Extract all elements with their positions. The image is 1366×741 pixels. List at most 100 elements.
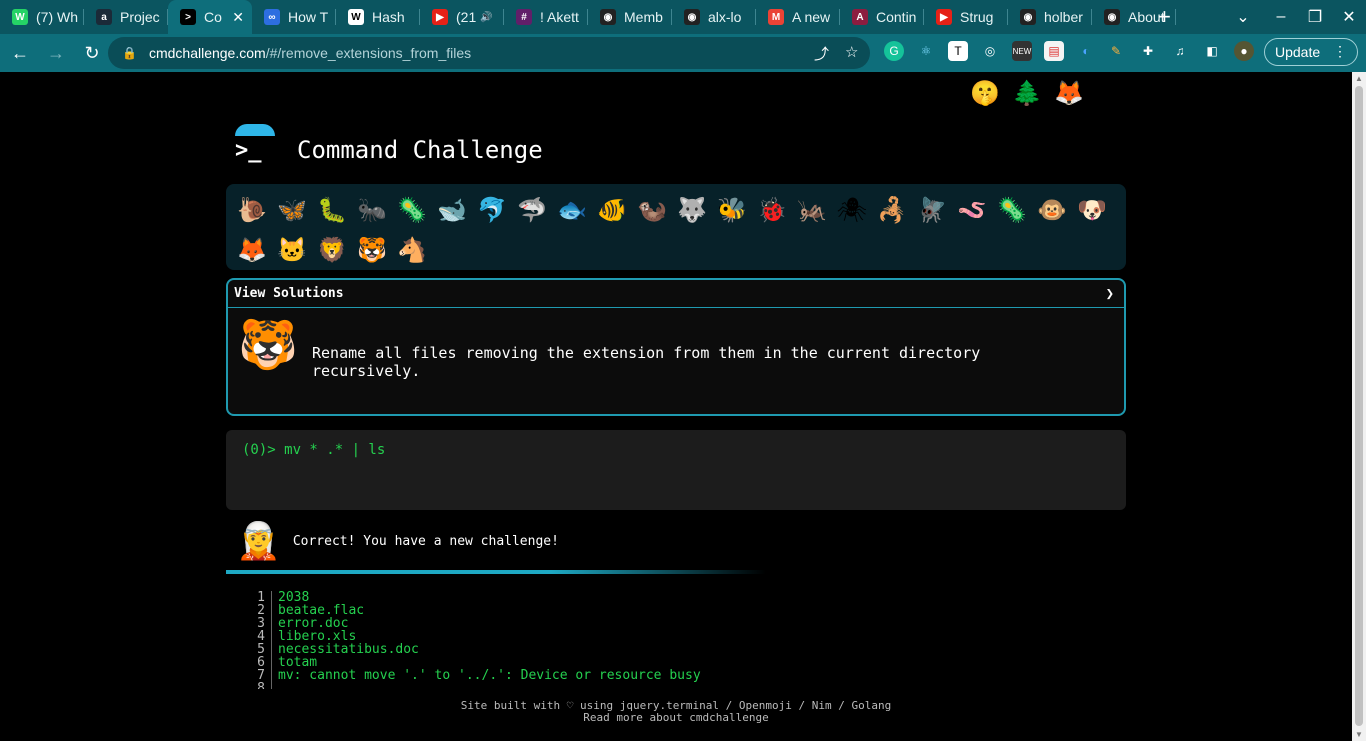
- tab-label: Co: [204, 9, 222, 25]
- browser-tab[interactable]: ◉ holber: [1008, 0, 1092, 34]
- fish-icon[interactable]: 🐟: [552, 190, 592, 230]
- terminal-icon: >: [180, 9, 196, 25]
- logo-prompt: >_: [235, 138, 262, 163]
- tab-strip: W (7) Wh a Projec > Co ✕ ∞ How T W Hash ▶ (21 🔊 # ! Ake…: [0, 0, 1366, 34]
- forward-button[interactable]: →: [40, 37, 72, 69]
- browser-tab[interactable]: ∞ How T: [252, 0, 336, 34]
- browser-tab[interactable]: M A new: [756, 0, 840, 34]
- sync-extension-icon[interactable]: ◐: [1076, 41, 1096, 61]
- tiger-icon[interactable]: 🐯: [352, 230, 392, 270]
- minimize-button[interactable]: –: [1264, 8, 1298, 26]
- spider-icon[interactable]: 🕷: [832, 190, 872, 230]
- scrollbar-thumb[interactable]: [1355, 86, 1363, 726]
- tab-label: Contin: [876, 9, 917, 25]
- microbe-icon[interactable]: 🦠: [392, 190, 432, 230]
- tab-label: holber: [1044, 9, 1083, 25]
- terminal-prompt-line: (0)> mv * .* | ls: [242, 442, 386, 458]
- lion-icon[interactable]: 🦁: [312, 230, 352, 270]
- address-bar[interactable]: 🔒 cmdchallenge.com/#/remove_extensions_f…: [108, 37, 870, 69]
- close-window-button[interactable]: ✕: [1332, 7, 1366, 27]
- tab-label: (21: [456, 9, 477, 25]
- line-text: [272, 682, 278, 689]
- site-footer: Site built with ♡ using jquery.terminal …: [0, 700, 1352, 724]
- christmas-tree-icon[interactable]: 🌲: [1010, 76, 1044, 110]
- back-button[interactable]: ←: [4, 37, 36, 69]
- lock-icon[interactable]: 🔒: [122, 46, 137, 60]
- fly-icon[interactable]: 🪰: [912, 190, 952, 230]
- reload-button[interactable]: ↻: [76, 37, 108, 69]
- cricket-icon[interactable]: 🦗: [792, 190, 832, 230]
- new-tab-button[interactable]: +: [1158, 4, 1171, 30]
- pen-extension-icon[interactable]: ✎: [1106, 41, 1126, 61]
- cat-icon[interactable]: 🐱: [272, 230, 312, 270]
- monkey-icon[interactable]: 🐵: [1032, 190, 1072, 230]
- line-text: mv: cannot move '.' to '../.': Device or…: [278, 668, 701, 683]
- browser-tab[interactable]: ◉ alx-lo: [672, 0, 756, 34]
- browser-tab[interactable]: a Projec: [84, 0, 168, 34]
- butterfly-icon[interactable]: 🦋: [272, 190, 312, 230]
- scorpion-icon[interactable]: 🦂: [872, 190, 912, 230]
- extensions-puzzle-icon[interactable]: ✚: [1138, 41, 1158, 61]
- browser-tab[interactable]: ▶ Strug: [924, 0, 1008, 34]
- notes-extension-icon[interactable]: ▤: [1044, 41, 1064, 61]
- page-scrollbar[interactable]: ▲ ▼: [1352, 72, 1366, 741]
- react-devtools-icon[interactable]: ⚛: [916, 41, 936, 61]
- url-text[interactable]: cmdchallenge.com/#/remove_extensions_fro…: [149, 45, 471, 61]
- otter-icon[interactable]: 🦦: [632, 190, 672, 230]
- amoeba-icon[interactable]: 🦠: [992, 190, 1032, 230]
- browser-tab[interactable]: > Co ✕: [168, 0, 252, 34]
- github-icon: ◉: [1104, 9, 1120, 25]
- whale-icon[interactable]: 🐋: [432, 190, 472, 230]
- worm-icon[interactable]: 🪱: [952, 190, 992, 230]
- shushing-face-icon[interactable]: 🤫: [968, 76, 1002, 110]
- bee-icon[interactable]: 🐝: [712, 190, 752, 230]
- tab-search-icon[interactable]: ⌄: [1226, 7, 1260, 27]
- side-panel-icon[interactable]: ◧: [1202, 41, 1222, 61]
- tab-label: How T: [288, 9, 329, 25]
- browser-tab[interactable]: ◉ Memb: [588, 0, 672, 34]
- new-badge-extension-icon[interactable]: NEW: [1012, 41, 1032, 61]
- ant-icon[interactable]: 🐜: [352, 190, 392, 230]
- scroll-up-icon[interactable]: ▲: [1355, 74, 1363, 83]
- tab-label: (7) Wh: [36, 9, 78, 25]
- text-extension-icon[interactable]: T: [948, 41, 968, 61]
- site-logo[interactable]: >_: [232, 124, 278, 168]
- browser-tab[interactable]: ▶ (21 🔊: [420, 0, 504, 34]
- close-tab-icon[interactable]: ✕: [232, 9, 244, 26]
- bookmark-star-icon[interactable]: ☆: [845, 43, 858, 61]
- url-host: cmdchallenge.com: [148, 45, 266, 61]
- more-menu-icon[interactable]: ⋮: [1333, 43, 1347, 60]
- speaker-icon[interactable]: 🔊: [480, 12, 492, 23]
- tropical-fish-icon[interactable]: 🐠: [592, 190, 632, 230]
- update-button[interactable]: Update ⋮: [1264, 38, 1358, 66]
- browser-tab[interactable]: A Contin: [840, 0, 924, 34]
- ladybug-icon[interactable]: 🐞: [752, 190, 792, 230]
- restore-button[interactable]: ❐: [1298, 7, 1332, 27]
- footer-read-more-link[interactable]: Read more about cmdchallenge: [0, 712, 1352, 724]
- browser-tab[interactable]: W (7) Wh: [0, 0, 84, 34]
- mail-icon[interactable]: ✉: [1094, 76, 1128, 110]
- view-solutions-toggle[interactable]: View Solutions ❯: [228, 280, 1124, 308]
- fox-icon[interactable]: 🦊: [232, 230, 272, 270]
- tab-label: Memb: [624, 9, 663, 25]
- output-line: 5 necessitatibus.doc: [250, 643, 950, 656]
- profile-avatar[interactable]: ●: [1234, 41, 1254, 61]
- shark-icon[interactable]: 🦈: [512, 190, 552, 230]
- media-control-icon[interactable]: ♫: [1170, 41, 1190, 61]
- grammarly-icon[interactable]: G: [884, 41, 904, 61]
- snail-icon[interactable]: 🐌: [232, 190, 272, 230]
- dog-icon[interactable]: 🐶: [1072, 190, 1112, 230]
- browser-tab[interactable]: # ! Akett: [504, 0, 588, 34]
- horse-icon[interactable]: 🐴: [392, 230, 432, 270]
- share-icon[interactable]: ⤴: [814, 43, 829, 64]
- scroll-down-icon[interactable]: ▼: [1355, 730, 1363, 739]
- circle-extension-icon[interactable]: ◎: [980, 41, 1000, 61]
- browser-tab[interactable]: W Hash: [336, 0, 420, 34]
- gitlab-icon[interactable]: 🦊: [1052, 76, 1086, 110]
- terminal-logo-icon[interactable]: ⌨: [926, 76, 961, 110]
- dolphin-icon[interactable]: 🐬: [472, 190, 512, 230]
- terminal-input[interactable]: (0)> mv * .* | ls: [226, 430, 1126, 510]
- caterpillar-icon[interactable]: 🐛: [312, 190, 352, 230]
- wolf-icon[interactable]: 🐺: [672, 190, 712, 230]
- tab-label: alx-lo: [708, 9, 742, 25]
